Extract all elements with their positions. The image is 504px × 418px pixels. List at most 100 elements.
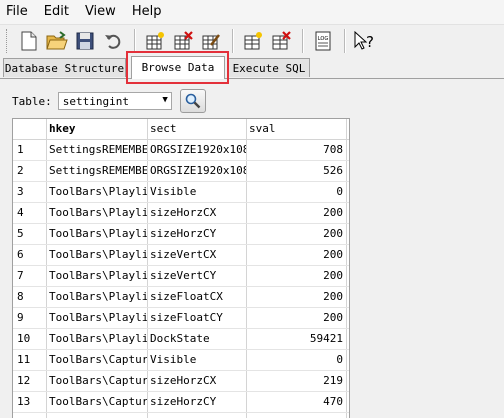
- row-number[interactable]: 12: [13, 371, 47, 391]
- cell-hkey[interactable]: ToolBars\Playlis: [47, 287, 148, 307]
- cell-hkey[interactable]: ToolBars\Playlis: [47, 245, 148, 265]
- open-database-button[interactable]: [44, 28, 70, 54]
- cell-sval[interactable]: 200: [247, 224, 347, 244]
- undo-icon: [105, 34, 121, 49]
- cell-sect[interactable]: Visible: [148, 182, 247, 202]
- menu-view[interactable]: View: [77, 0, 124, 24]
- row-number[interactable]: 7: [13, 266, 47, 286]
- cell-sval[interactable]: 470: [247, 392, 347, 412]
- tab-highlight-annotation: [126, 51, 229, 84]
- row-number[interactable]: 2: [13, 161, 47, 181]
- toolbar-grip[interactable]: [6, 29, 10, 53]
- cell-hkey[interactable]: ToolBars\Playlis: [47, 266, 148, 286]
- find-button[interactable]: [179, 89, 206, 113]
- table-row[interactable]: 2 SettingsREMEMBER ORGSIZE1920x1080 526: [13, 161, 349, 182]
- delete-index-button[interactable]: [268, 28, 294, 54]
- cell-sect[interactable]: ORGSIZE1920x1080: [148, 140, 247, 160]
- cell-sval[interactable]: 59421: [247, 329, 347, 349]
- cell-sect[interactable]: sizeFloatCY: [148, 308, 247, 328]
- row-number[interactable]: 14: [13, 413, 47, 418]
- row-number[interactable]: 9: [13, 308, 47, 328]
- cell-sval[interactable]: 0: [247, 182, 347, 202]
- cell-sval[interactable]: 200: [247, 245, 347, 265]
- cell-hkey[interactable]: SettingsREMEMBER: [47, 140, 148, 160]
- cell-sect[interactable]: sizeFloatCX: [148, 287, 247, 307]
- row-number[interactable]: 11: [13, 350, 47, 370]
- create-index-button[interactable]: [240, 28, 266, 54]
- cell-hkey[interactable]: ToolBars\Playlis: [47, 329, 148, 349]
- row-number[interactable]: 5: [13, 224, 47, 244]
- whats-this-icon: ?: [354, 31, 374, 51]
- cell-sect[interactable]: sizeVertCX: [148, 413, 247, 418]
- table-row[interactable]: 4 ToolBars\Playlis sizeHorzCX 200: [13, 203, 349, 224]
- cell-hkey[interactable]: ToolBars\Capture: [47, 371, 148, 391]
- row-number[interactable]: 13: [13, 392, 47, 412]
- cell-sval[interactable]: 219: [247, 413, 347, 418]
- whats-this-button[interactable]: ?: [352, 28, 378, 54]
- row-number[interactable]: 10: [13, 329, 47, 349]
- log-button[interactable]: LOG: [310, 28, 336, 54]
- search-icon: [185, 93, 201, 109]
- new-database-button[interactable]: [16, 28, 42, 54]
- row-number[interactable]: 8: [13, 287, 47, 307]
- table-row[interactable]: 13 ToolBars\Capture sizeHorzCY 470: [13, 392, 349, 413]
- table-row[interactable]: 1 SettingsREMEMBER ORGSIZE1920x1080 708: [13, 140, 349, 161]
- cell-sval[interactable]: 219: [247, 371, 347, 391]
- table-row[interactable]: 12 ToolBars\Capture sizeHorzCX 219: [13, 371, 349, 392]
- cell-sect[interactable]: sizeHorzCY: [148, 224, 247, 244]
- cell-hkey[interactable]: ToolBars\Capture: [47, 392, 148, 412]
- column-header-rownum[interactable]: [13, 119, 47, 139]
- tab-database-structure[interactable]: Database Structure: [3, 58, 126, 77]
- menu-file[interactable]: File: [0, 0, 36, 24]
- menu-help[interactable]: Help: [124, 0, 170, 24]
- table-row[interactable]: 9 ToolBars\Playlis sizeFloatCY 200: [13, 308, 349, 329]
- table-row[interactable]: 14ToolBars\CapturesizeVertCX219: [13, 413, 349, 418]
- row-number[interactable]: 6: [13, 245, 47, 265]
- cell-sect[interactable]: sizeVertCY: [148, 266, 247, 286]
- cell-sval[interactable]: 200: [247, 266, 347, 286]
- column-header-hkey[interactable]: hkey: [47, 119, 148, 139]
- cell-sval[interactable]: 200: [247, 203, 347, 223]
- cell-hkey[interactable]: ToolBars\Playlis: [47, 224, 148, 244]
- row-number[interactable]: 4: [13, 203, 47, 223]
- tab-execute-sql[interactable]: Execute SQL: [228, 58, 310, 77]
- grid-header: hkey sect sval: [13, 119, 349, 140]
- column-header-sect[interactable]: sect: [148, 119, 247, 139]
- table-select[interactable]: settingint ▼: [57, 92, 172, 110]
- tab-bar: Database Structure Browse Data Execute S…: [0, 56, 504, 79]
- cell-sect[interactable]: Visible: [148, 350, 247, 370]
- cell-sect[interactable]: ORGSIZE1920x1080: [148, 161, 247, 181]
- cell-sect[interactable]: sizeHorzCX: [148, 203, 247, 223]
- column-header-sval[interactable]: sval: [247, 119, 347, 139]
- cell-hkey[interactable]: ToolBars\Playlis: [47, 182, 148, 202]
- table-row[interactable]: 6 ToolBars\Playlis sizeVertCX 200: [13, 245, 349, 266]
- table-row[interactable]: 3 ToolBars\Playlis Visible 0: [13, 182, 349, 203]
- cell-sect[interactable]: sizeHorzCY: [148, 392, 247, 412]
- table-row[interactable]: 5 ToolBars\Playlis sizeHorzCY 200: [13, 224, 349, 245]
- cell-hkey[interactable]: ToolBars\Capture: [47, 413, 148, 418]
- cell-sval[interactable]: 708: [247, 140, 347, 160]
- grid-body: 1 SettingsREMEMBER ORGSIZE1920x1080 708 2 Set…: [13, 140, 349, 418]
- cell-sect[interactable]: sizeHorzCX: [148, 371, 247, 391]
- row-number[interactable]: 3: [13, 182, 47, 202]
- data-grid[interactable]: hkey sect sval 1 SettingsREMEMBER ORGSIZE1…: [12, 118, 350, 418]
- table-row[interactable]: 11 ToolBars\Capture Visible 0: [13, 350, 349, 371]
- cell-hkey[interactable]: SettingsREMEMBER: [47, 161, 148, 181]
- undo-button[interactable]: [100, 28, 126, 54]
- cell-sval[interactable]: 0: [247, 350, 347, 370]
- table-row[interactable]: 7 ToolBars\Playlis sizeVertCY 200: [13, 266, 349, 287]
- menu-edit[interactable]: Edit: [36, 0, 77, 24]
- cell-sval[interactable]: 200: [247, 287, 347, 307]
- table-row[interactable]: 10 ToolBars\Playlis DockState 59421: [13, 329, 349, 350]
- save-button[interactable]: [72, 28, 98, 54]
- toolbar: LOG ?: [0, 25, 504, 57]
- cell-sval[interactable]: 526: [247, 161, 347, 181]
- row-number[interactable]: 1: [13, 140, 47, 160]
- cell-hkey[interactable]: ToolBars\Playlis: [47, 308, 148, 328]
- table-row[interactable]: 8 ToolBars\Playlis sizeFloatCX 200: [13, 287, 349, 308]
- cell-hkey[interactable]: ToolBars\Capture: [47, 350, 148, 370]
- cell-sect[interactable]: sizeVertCX: [148, 245, 247, 265]
- cell-hkey[interactable]: ToolBars\Playlis: [47, 203, 148, 223]
- cell-sect[interactable]: DockState: [148, 329, 247, 349]
- cell-sval[interactable]: 200: [247, 308, 347, 328]
